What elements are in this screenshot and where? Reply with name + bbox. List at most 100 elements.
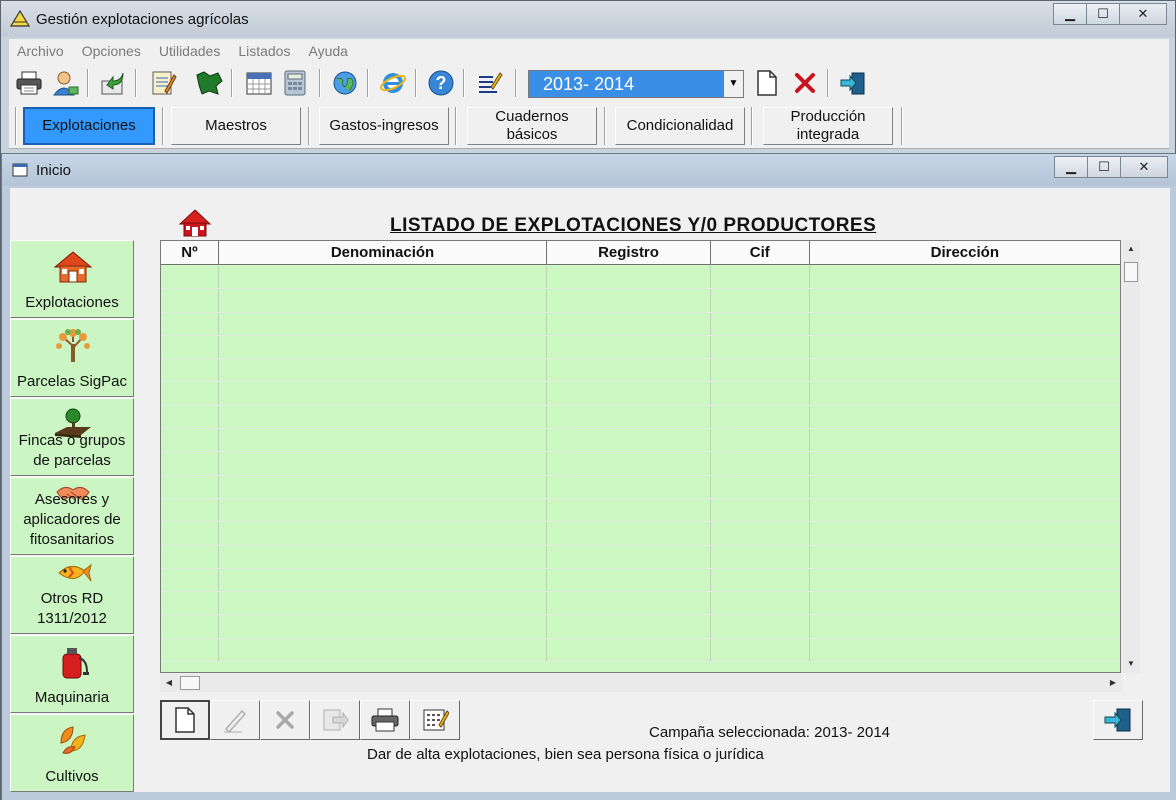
table-cell[interactable]	[547, 289, 711, 312]
table-row[interactable]	[161, 405, 1120, 430]
table-cell[interactable]	[547, 592, 711, 615]
table-cell[interactable]	[547, 638, 711, 662]
table-cell[interactable]	[547, 498, 711, 522]
user-icon[interactable]	[49, 67, 81, 99]
table-row[interactable]	[161, 266, 1120, 290]
table-row[interactable]	[161, 359, 1120, 383]
explotaciones-table[interactable]: Nº Denominación Registro Cif Dirección	[160, 240, 1121, 673]
table-row[interactable]	[161, 452, 1120, 476]
table-cell[interactable]	[161, 382, 219, 405]
table-cell[interactable]	[219, 498, 548, 522]
table-cell[interactable]	[810, 336, 1120, 358]
internet-explorer-icon[interactable]	[377, 67, 409, 99]
home-icon[interactable]	[178, 208, 212, 238]
table-cell[interactable]	[219, 382, 548, 405]
table-cell[interactable]	[219, 638, 548, 662]
delete-x-icon[interactable]	[789, 67, 821, 99]
table-cell[interactable]	[711, 405, 810, 429]
table-row[interactable]	[161, 335, 1120, 360]
table-cell[interactable]	[219, 475, 548, 498]
tab-produccion-integrada[interactable]: Producción integrada	[763, 107, 893, 145]
table-cell[interactable]	[547, 335, 711, 359]
child-close-button[interactable]: ✕	[1120, 156, 1168, 178]
menu-ayuda[interactable]: Ayuda	[308, 43, 347, 59]
table-row[interactable]	[161, 592, 1120, 616]
table-cell[interactable]	[161, 615, 219, 638]
table-cell[interactable]	[219, 266, 548, 289]
table-cell[interactable]	[219, 615, 548, 638]
table-cell[interactable]	[810, 359, 1120, 381]
table-cell[interactable]	[711, 266, 810, 289]
table-cell[interactable]	[711, 359, 810, 382]
table-cell[interactable]	[711, 545, 810, 568]
table-cell[interactable]	[711, 475, 810, 498]
table-cell[interactable]	[547, 615, 711, 638]
calculator-icon[interactable]	[279, 67, 311, 99]
table-cell[interactable]	[547, 382, 711, 405]
chevron-down-icon[interactable]: ▼	[723, 71, 743, 97]
scroll-left-icon[interactable]: ◀	[160, 674, 178, 692]
table-cell[interactable]	[711, 568, 810, 592]
map-icon[interactable]	[193, 67, 225, 99]
table-cell[interactable]	[711, 382, 810, 405]
table-cell[interactable]	[161, 638, 219, 662]
globe-icon[interactable]	[329, 67, 361, 99]
maximize-button[interactable]: ☐	[1086, 3, 1120, 25]
table-row[interactable]	[161, 475, 1120, 499]
tab-maestros[interactable]: Maestros	[171, 107, 301, 145]
table-cell[interactable]	[547, 429, 711, 452]
share-icon[interactable]	[97, 67, 129, 99]
table-cell[interactable]	[810, 592, 1120, 614]
new-document-icon[interactable]	[751, 67, 783, 99]
table-cell[interactable]	[810, 476, 1120, 498]
table-cell[interactable]	[219, 405, 548, 429]
calendar-icon[interactable]	[243, 67, 275, 99]
table-row[interactable]	[161, 522, 1120, 546]
menu-utilidades[interactable]: Utilidades	[159, 43, 220, 59]
table-cell[interactable]	[219, 312, 548, 335]
table-row[interactable]	[161, 638, 1120, 663]
table-cell[interactable]	[711, 335, 810, 359]
table-cell[interactable]	[219, 429, 548, 452]
table-row[interactable]	[161, 568, 1120, 593]
table-row[interactable]	[161, 545, 1120, 569]
table-cell[interactable]	[547, 312, 711, 335]
table-cell[interactable]	[711, 522, 810, 545]
table-cell[interactable]	[161, 429, 219, 452]
table-cell[interactable]	[711, 429, 810, 452]
table-cell[interactable]	[161, 545, 219, 568]
table-cell[interactable]	[810, 522, 1120, 544]
menu-listados[interactable]: Listados	[238, 43, 290, 59]
nav-item-asesores[interactable]: Asesores y aplicadores de fitosanitarios	[10, 477, 134, 555]
table-cell[interactable]	[810, 615, 1120, 637]
scroll-thumb-horizontal[interactable]	[180, 676, 200, 690]
export-record-button[interactable]	[310, 700, 360, 740]
printer-icon[interactable]	[13, 67, 45, 99]
table-row[interactable]	[161, 498, 1120, 523]
table-cell[interactable]	[711, 312, 810, 335]
edit-list-icon[interactable]	[473, 67, 505, 99]
table-cell[interactable]	[810, 499, 1120, 521]
column-header-cif[interactable]: Cif	[711, 241, 810, 265]
table-cell[interactable]	[161, 568, 219, 592]
table-cell[interactable]	[810, 452, 1120, 474]
table-cell[interactable]	[711, 615, 810, 638]
table-cell[interactable]	[810, 546, 1120, 568]
scroll-right-icon[interactable]: ▶	[1104, 674, 1122, 692]
table-row[interactable]	[161, 382, 1120, 406]
table-cell[interactable]	[810, 382, 1120, 404]
edit-record-button[interactable]	[210, 700, 260, 740]
table-cell[interactable]	[810, 266, 1120, 288]
table-cell[interactable]	[547, 568, 711, 592]
exit-door-icon[interactable]	[837, 67, 869, 99]
table-cell[interactable]	[810, 429, 1120, 451]
minimize-button[interactable]: ▁	[1053, 3, 1087, 25]
table-cell[interactable]	[219, 359, 548, 382]
menu-opciones[interactable]: Opciones	[82, 43, 141, 59]
delete-record-button[interactable]	[260, 700, 310, 740]
table-cell[interactable]	[547, 452, 711, 475]
table-cell[interactable]	[161, 266, 219, 289]
list-edit-button[interactable]	[410, 700, 460, 740]
table-cell[interactable]	[161, 312, 219, 335]
table-cell[interactable]	[711, 289, 810, 312]
